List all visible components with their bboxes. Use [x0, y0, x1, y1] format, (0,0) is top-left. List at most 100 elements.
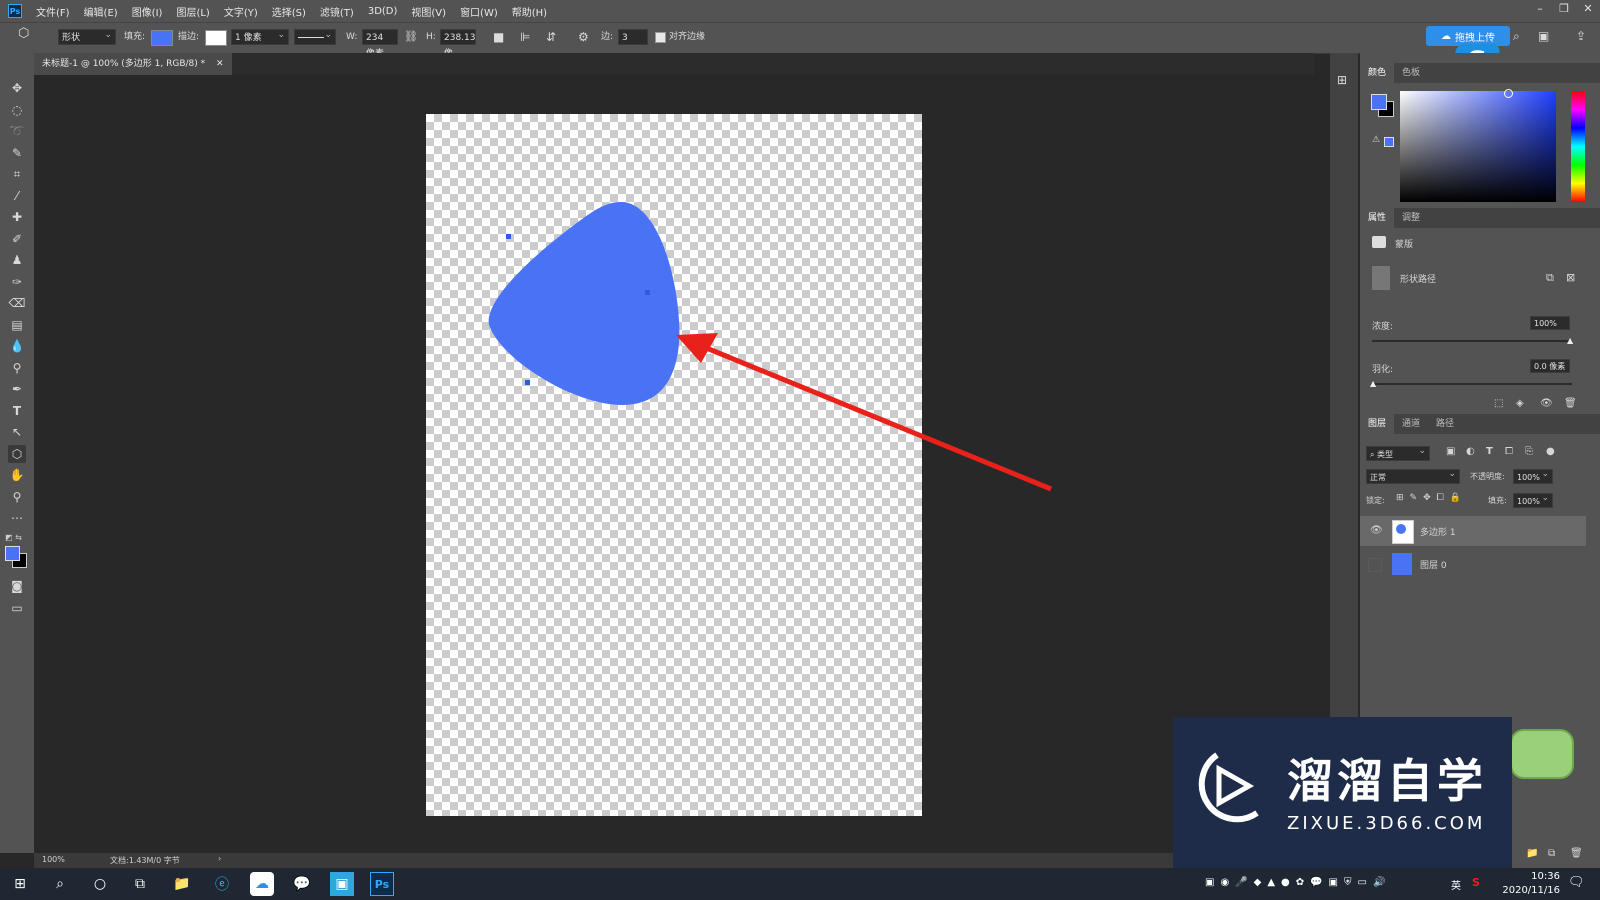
tab-layers[interactable]: 图层 [1360, 414, 1395, 434]
ime-indicator[interactable]: 英 [1451, 877, 1461, 892]
sides-input[interactable]: 3 [618, 29, 648, 45]
type-tool-icon[interactable]: T [8, 402, 26, 420]
shape-tool-icon[interactable]: ⬡ [8, 445, 26, 463]
anchor-point[interactable] [645, 290, 650, 295]
fill-swatch[interactable] [151, 30, 173, 46]
triangle-shape[interactable] [488, 202, 680, 405]
history-brush-tool-icon[interactable]: ✑ [8, 273, 26, 291]
filter-pixel-icon[interactable]: ▣ [1446, 446, 1455, 457]
eyedropper-tool-icon[interactable]: ⁄ [8, 187, 26, 205]
eye-icon[interactable]: 👁 [1370, 525, 1383, 536]
lock-options-icon[interactable]: ⊞✎✥⧠🔒 [1396, 493, 1467, 503]
filter-toggle-icon[interactable]: ● [1546, 446, 1555, 457]
delete-layer-icon[interactable]: 🗑 [1570, 848, 1583, 859]
tab-channels[interactable]: 通道 [1394, 414, 1428, 434]
share-icon[interactable]: ⇪ [1576, 28, 1586, 44]
task-view-icon[interactable]: ⧉ [128, 872, 152, 896]
filter-shape-icon[interactable]: ⧠ [1505, 446, 1513, 457]
blur-tool-icon[interactable]: 💧 [8, 337, 26, 355]
feather-slider[interactable] [1372, 383, 1572, 385]
windows-start-icon[interactable]: ⊞ [8, 872, 32, 896]
fill-opacity-input[interactable]: 100% [1513, 491, 1553, 508]
workspace-icon[interactable]: ▣ [1538, 28, 1549, 44]
menu-layer[interactable]: 图层(L) [176, 4, 209, 19]
menu-image[interactable]: 图像(I) [132, 4, 163, 19]
stroke-width-input[interactable]: 1 像素 [231, 27, 289, 45]
crop-tool-icon[interactable]: ⌗ [8, 165, 26, 183]
pen-tool-icon[interactable]: ✒ [8, 380, 26, 398]
layer-filter-select[interactable]: ⌕ 类型 [1366, 444, 1430, 461]
minimize-icon[interactable]: – [1528, 0, 1552, 18]
app-icon[interactable]: ▣ [330, 872, 354, 896]
density-slider-handle[interactable]: ▲ [1567, 336, 1573, 345]
edge-browser-icon[interactable]: ⓔ [210, 872, 234, 896]
swap-colors-icon[interactable]: ◩ ⇆ [5, 533, 22, 542]
visibility-toggle[interactable] [1368, 558, 1382, 572]
menu-select[interactable]: 选择(S) [272, 4, 306, 19]
color-field[interactable] [1400, 89, 1556, 202]
layer-row-polygon[interactable]: 👁 多边形 1 [1360, 516, 1586, 546]
feather-slider-handle[interactable]: ▲ [1370, 379, 1376, 388]
filter-adjustment-icon[interactable]: ◐ [1466, 446, 1475, 457]
add-mask-icon[interactable]: ⧉ [1546, 271, 1554, 285]
menu-type[interactable]: 文字(Y) [224, 4, 258, 19]
menu-filter[interactable]: 滤镜(T) [320, 4, 354, 19]
menu-help[interactable]: 帮助(H) [512, 4, 547, 19]
wechat-icon[interactable]: 💬 [290, 872, 314, 896]
apply-mask-icon[interactable]: ◈ [1516, 398, 1524, 409]
tab-color[interactable]: 颜色 [1360, 63, 1395, 83]
stroke-swatch[interactable] [205, 30, 227, 46]
hand-tool-icon[interactable]: ✋ [8, 466, 26, 484]
hue-slider[interactable] [1571, 91, 1585, 202]
sogou-icon[interactable]: S [1472, 876, 1480, 889]
restore-icon[interactable]: ❐ [1552, 0, 1576, 18]
density-slider[interactable] [1372, 340, 1572, 342]
menu-view[interactable]: 视图(V) [411, 4, 446, 19]
visibility-icon[interactable]: 👁 [1540, 398, 1553, 409]
stroke-type-select[interactable] [294, 27, 336, 45]
layer-row-layer0[interactable]: 图层 0 [1360, 549, 1586, 579]
zoom-tool-icon[interactable]: ⚲ [8, 488, 26, 506]
anchor-point[interactable] [506, 234, 511, 239]
search-icon[interactable]: ⌕ [1513, 28, 1520, 44]
menu-file[interactable]: 文件(F) [36, 4, 70, 19]
align-edges-checkbox[interactable] [655, 32, 666, 43]
path-alignment-icon[interactable]: ⊫ [520, 29, 530, 45]
move-tool-icon[interactable]: ✥ [8, 79, 26, 97]
tab-paths[interactable]: 路径 [1428, 414, 1462, 434]
baidu-netdisk-icon[interactable]: ☁ [250, 872, 274, 896]
web-safe-swatch[interactable] [1384, 137, 1394, 147]
new-group-icon[interactable]: 📁 [1526, 848, 1538, 859]
zoom-level[interactable]: 100% [42, 855, 65, 864]
cortana-icon[interactable]: ○ [88, 872, 112, 896]
load-selection-icon[interactable]: ⬚ [1494, 398, 1503, 409]
path-operations-icon[interactable]: ■ [493, 29, 504, 45]
canvas-workspace[interactable] [34, 75, 1314, 853]
search-icon[interactable]: ⌕ [48, 872, 72, 896]
path-arrangement-icon[interactable]: ⇵ [546, 29, 556, 45]
file-explorer-icon[interactable]: 📁 [170, 872, 194, 896]
color-picker-handle[interactable] [1504, 89, 1513, 98]
gear-icon[interactable]: ⚙ [578, 29, 589, 45]
history-panel-icon[interactable]: ⊞ [1337, 73, 1347, 87]
stamp-tool-icon[interactable]: ♟ [8, 251, 26, 269]
tab-swatches[interactable]: 色板 [1394, 63, 1428, 83]
trash-icon[interactable]: 🗑 [1564, 398, 1577, 409]
healing-brush-tool-icon[interactable]: ✚ [8, 208, 26, 226]
close-icon[interactable]: ✕ [1576, 0, 1600, 18]
floating-assistant-icon[interactable] [1510, 729, 1574, 779]
chevron-right-icon[interactable]: › [218, 854, 221, 863]
dodge-tool-icon[interactable]: ⚲ [8, 359, 26, 377]
tool-mode-select[interactable]: 形状 [58, 27, 116, 45]
feather-input[interactable]: 0.0 像素 [1530, 359, 1570, 373]
screen-mode-icon[interactable]: ▭ [8, 599, 26, 617]
density-input[interactable]: 100% [1530, 316, 1570, 330]
vector-mask-icon[interactable]: ⊠ [1566, 271, 1575, 284]
marquee-tool-icon[interactable]: ◌ [8, 101, 26, 119]
new-layer-icon[interactable]: ⧉ [1548, 848, 1555, 859]
menu-window[interactable]: 窗口(W) [460, 4, 498, 19]
filter-smart-object-icon[interactable]: ⎘ [1525, 446, 1533, 457]
cloud-upload-button[interactable]: ☁ 拖拽上传 [1426, 26, 1510, 46]
filter-type-icon[interactable]: T [1486, 446, 1493, 457]
menu-edit[interactable]: 编辑(E) [84, 4, 118, 19]
